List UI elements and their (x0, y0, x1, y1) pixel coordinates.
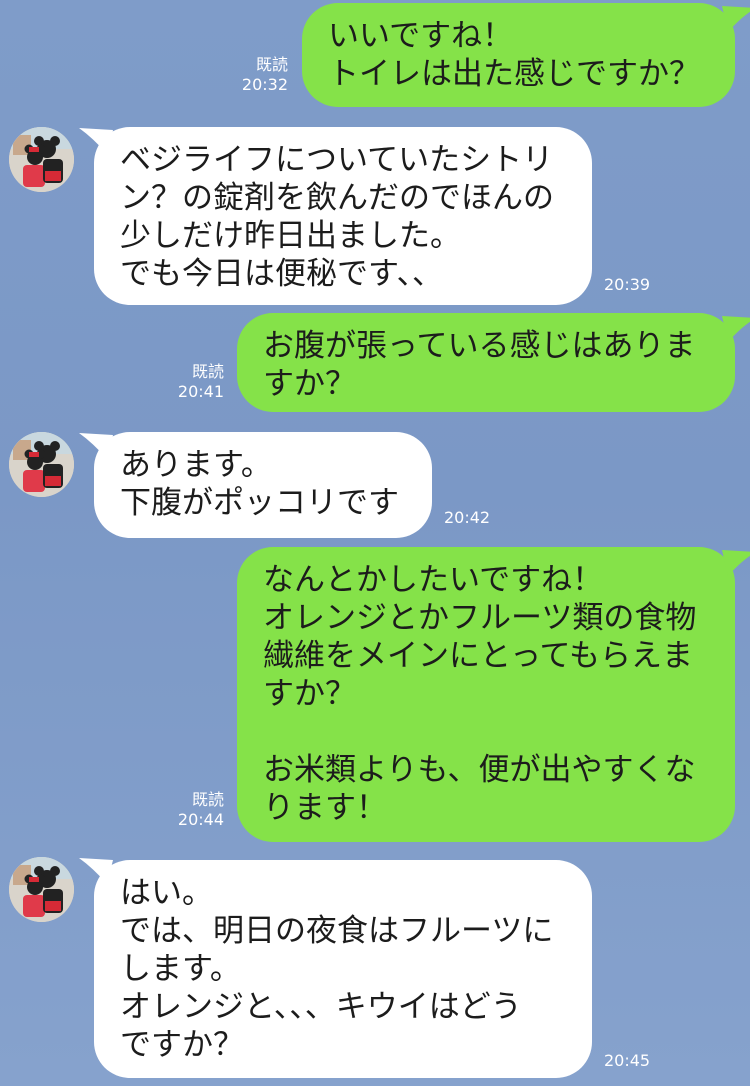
message-bubble[interactable]: お腹が張っている感じはありま すか？ (237, 313, 735, 412)
bubble-tail (722, 550, 750, 576)
message-time: 20:44 (177, 810, 224, 829)
message-time: 20:42 (444, 508, 491, 527)
message-bubble[interactable]: なんとかしたいですね！ オレンジとかフルーツ類の食物 繊維をメインにとってもらえ… (237, 547, 735, 842)
message-time: 20:45 (604, 1051, 651, 1070)
read-receipt: 既読 (191, 362, 224, 381)
read-receipt: 既読 (255, 55, 288, 74)
message-time: 20:39 (604, 275, 651, 294)
minnie-mickey-avatar[interactable] (9, 127, 74, 192)
message-time: 20:41 (177, 382, 224, 401)
message-meta: 既読 20:32 (236, 55, 288, 95)
message-bubble[interactable]: ベジライフについていたシトリ ン？の錠剤を飲んだのでほんの 少しだけ昨日出ました… (94, 127, 592, 305)
bubble-tail (722, 316, 750, 342)
message-bubble[interactable]: あります。 下腹がポッコリです (94, 432, 432, 538)
bubble-tail (722, 6, 750, 32)
read-receipt: 既読 (191, 790, 224, 809)
message-bubble[interactable]: いいですね！ トイレは出た感じですか？ (302, 3, 735, 107)
minnie-mickey-avatar[interactable] (9, 857, 74, 922)
message-time: 20:32 (241, 75, 288, 94)
chat-area[interactable]: 既読 20:32 いいですね！ トイレは出た感じですか？ ベジライフについていた… (0, 0, 750, 1086)
message-meta: 既読 20:41 (172, 362, 224, 402)
minnie-mickey-avatar[interactable] (9, 432, 74, 497)
message-bubble[interactable]: はい。 では、明日の夜食はフルーツに します。 オレンジと、、、キウイはどう で… (94, 860, 592, 1078)
message-meta: 既読 20:44 (172, 790, 224, 830)
